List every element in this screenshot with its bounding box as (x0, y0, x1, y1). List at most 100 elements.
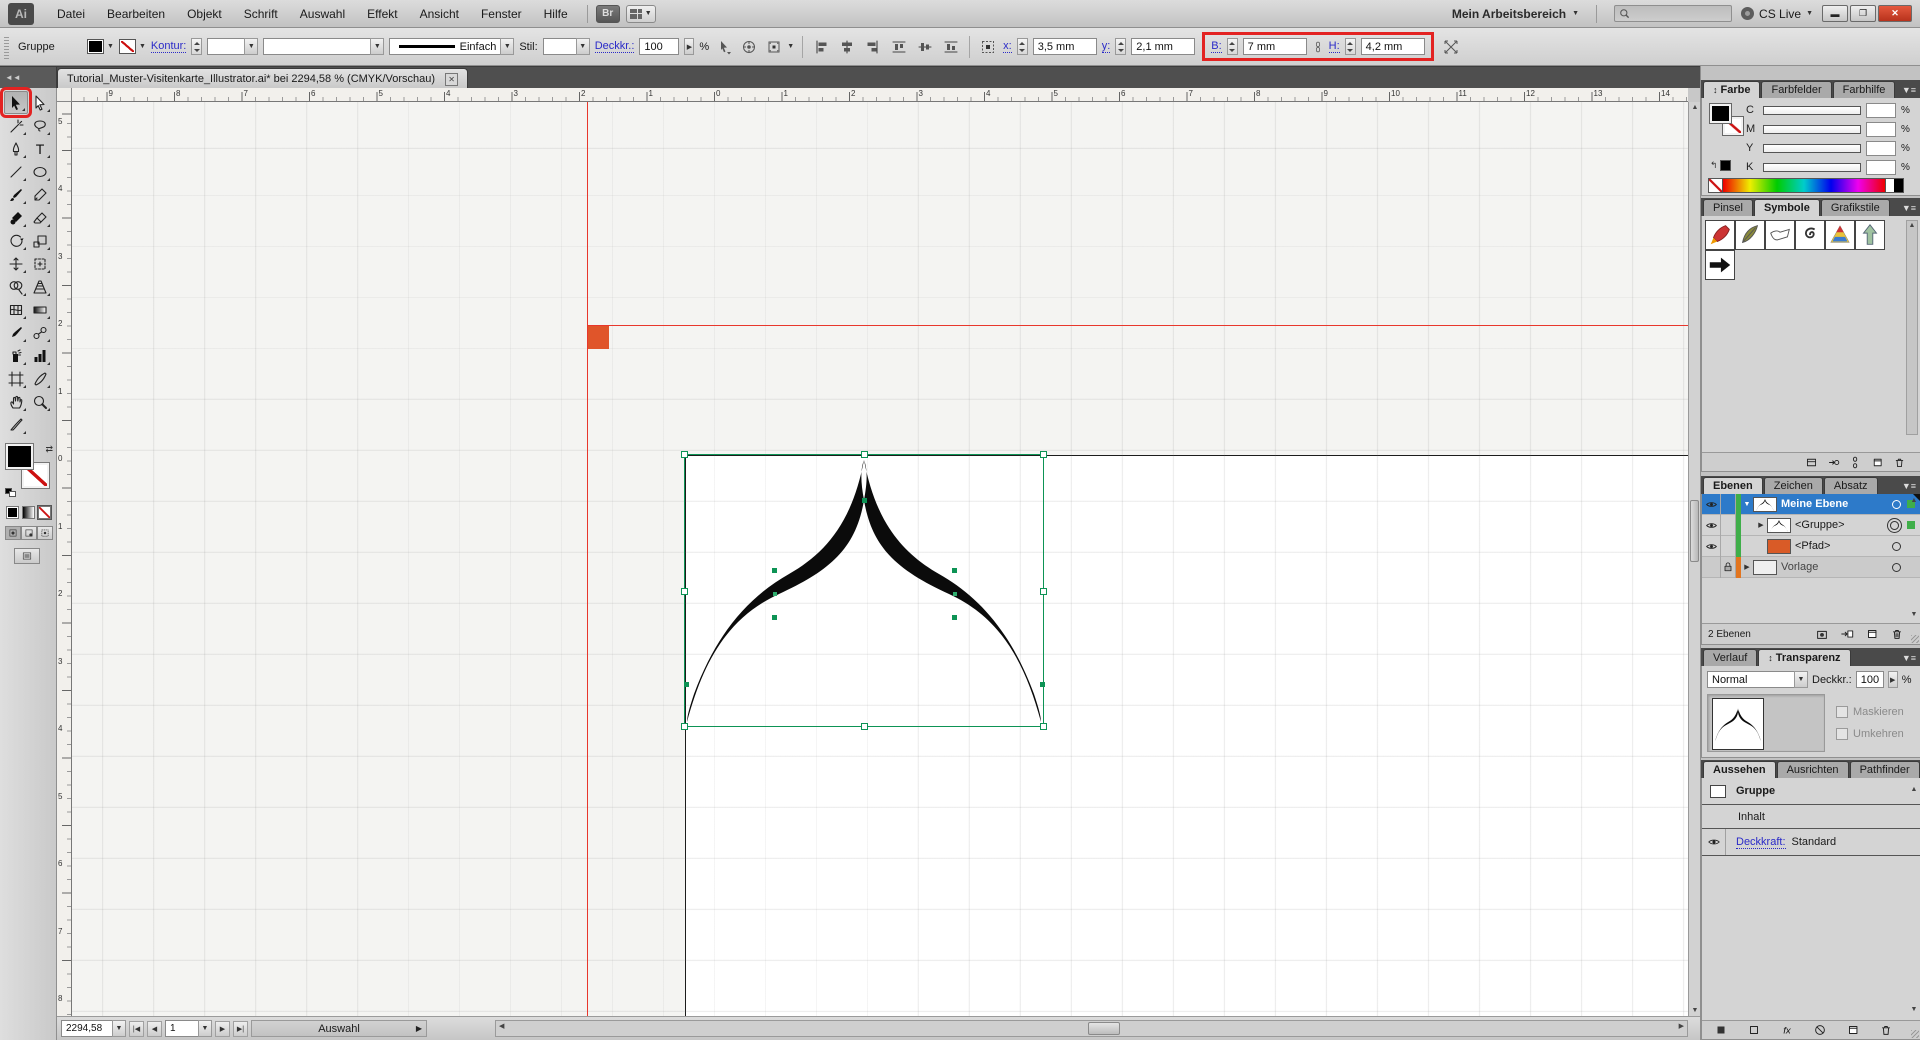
y-position-field[interactable]: 2,1 mm (1131, 38, 1195, 55)
screen-mode-button[interactable] (14, 548, 40, 564)
invert-checkbox[interactable]: Umkehren (1836, 728, 1904, 740)
channel-value-field[interactable] (1866, 103, 1896, 118)
tool-line-segment[interactable] (4, 160, 28, 183)
height-field[interactable]: 4,2 mm (1361, 38, 1425, 55)
handle-bottom-left[interactable] (681, 723, 688, 730)
swap-fill-stroke-icon[interactable]: ⇄ (45, 444, 53, 455)
menu-bearbeiten[interactable]: Bearbeiten (96, 0, 176, 28)
tab-symbole[interactable]: Symbole (1754, 199, 1820, 216)
vertical-guide[interactable] (587, 102, 588, 1016)
duplicate-item-button[interactable] (1846, 1023, 1860, 1037)
select-similar-button[interactable] (714, 37, 734, 56)
delete-layer-button[interactable] (1890, 627, 1904, 641)
fill-stroke-indicator[interactable] (1710, 104, 1746, 140)
document-tab[interactable]: Tutorial_Muster-Visitenkarte_Illustrator… (57, 68, 468, 89)
width-field[interactable]: 7 mm (1243, 38, 1307, 55)
visibility-toggle[interactable] (1702, 515, 1721, 536)
black-swatch[interactable] (1894, 179, 1903, 192)
scroll-down-icon[interactable]: ▼ (1689, 1007, 1701, 1014)
tool-type[interactable]: T (28, 137, 52, 160)
fill-swatch[interactable] (6, 444, 33, 469)
handle-top-center[interactable] (861, 451, 868, 458)
tool-blob-brush[interactable] (4, 206, 28, 229)
tab-farbhilfe[interactable]: Farbhilfe (1833, 81, 1896, 98)
align-left-button[interactable] (811, 37, 831, 56)
artboard-number-field[interactable]: 1 (165, 1020, 199, 1037)
height-link[interactable]: H: (1329, 40, 1340, 53)
tool-direct-selection[interactable] (28, 91, 52, 114)
delete-item-button[interactable] (1879, 1023, 1893, 1037)
cs-live-button[interactable]: CS Live ▼ (1741, 7, 1813, 21)
tool-lasso[interactable] (28, 114, 52, 137)
menu-objekt[interactable]: Objekt (176, 0, 233, 28)
width-stepper[interactable] (1227, 38, 1238, 55)
tab-pathfinder[interactable]: Pathfinder (1850, 761, 1920, 778)
clear-appearance-button[interactable] (1813, 1023, 1827, 1037)
panel-menu-icon[interactable]: ▼≡ (1902, 85, 1920, 98)
blend-mode-select[interactable]: Normal (1707, 671, 1795, 688)
scroll-up-icon[interactable]: ▲ (1908, 497, 1920, 504)
arrange-documents-button[interactable]: ▼ (626, 5, 656, 23)
tool-pencil[interactable] (28, 183, 52, 206)
menu-effekt[interactable]: Effekt (356, 0, 408, 28)
tool-slice[interactable] (28, 367, 52, 390)
opacity-link[interactable]: Deckkraft: (1736, 836, 1786, 849)
fill-swatch[interactable] (1710, 104, 1731, 123)
visibility-toggle[interactable] (1702, 536, 1721, 557)
symbol-banner[interactable] (1765, 220, 1795, 250)
lock-toggle[interactable] (1721, 557, 1736, 578)
chevron-down-icon[interactable]: ▼ (500, 38, 514, 55)
channel-value-field[interactable] (1866, 141, 1896, 156)
graphic-style-field[interactable] (543, 38, 577, 55)
channel-slider[interactable] (1763, 106, 1861, 115)
color-spectrum-bar[interactable] (1708, 178, 1904, 193)
bridge-button[interactable]: Br (596, 5, 620, 23)
handle-top-left[interactable] (681, 451, 688, 458)
tool-eyedropper[interactable] (4, 321, 28, 344)
menu-fenster[interactable]: Fenster (470, 0, 533, 28)
channel-slider[interactable] (1763, 144, 1861, 153)
panel-menu-icon[interactable]: ▼≡ (1902, 653, 1920, 666)
zoom-level-field[interactable]: 2294,58 (61, 1020, 113, 1037)
tab-farbfelder[interactable]: Farbfelder (1761, 81, 1831, 98)
minimize-button[interactable]: ▬ (1822, 5, 1848, 22)
tab-verlauf[interactable]: Verlauf (1703, 649, 1757, 666)
stroke-weight-field[interactable] (207, 38, 245, 55)
handle-bottom-right[interactable] (1040, 723, 1047, 730)
draw-normal-button[interactable] (5, 526, 21, 540)
last-page-button[interactable]: ▶| (233, 1021, 248, 1037)
horizontal-ruler[interactable]: 98765432101234567891011121314 (72, 88, 1688, 102)
workspace-switcher[interactable]: Mein Arbeitsbereich ▼ (1452, 7, 1579, 21)
chevron-down-icon[interactable]: ▼ (787, 43, 794, 50)
layer-row-4[interactable]: ▶Vorlage (1702, 557, 1920, 578)
scroll-left-icon[interactable]: ◀ (499, 1022, 504, 1030)
anchor-point[interactable] (772, 568, 777, 573)
tab-ebenen[interactable]: Ebenen (1703, 477, 1763, 494)
layer-row-2[interactable]: ▶<Gruppe> (1702, 515, 1920, 536)
appearance-content-label[interactable]: Inhalt (1738, 811, 1765, 823)
lock-toggle[interactable] (1721, 536, 1736, 557)
chevron-down-icon[interactable]: ▼ (244, 38, 258, 55)
symbol-swirl[interactable] (1795, 220, 1825, 250)
tool-paintbrush[interactable] (4, 183, 28, 206)
draw-behind-button[interactable] (21, 526, 37, 540)
scroll-up-icon[interactable]: ▲ (1908, 786, 1920, 793)
close-button[interactable]: ✕ (1878, 5, 1912, 22)
symbol-arrow-right[interactable] (1705, 250, 1735, 280)
white-swatch[interactable] (1885, 179, 1894, 192)
tool-selection-active[interactable] (4, 91, 28, 114)
new-art-basic-button[interactable] (1747, 1023, 1761, 1037)
new-art-maintains-appearance-button[interactable] (1714, 1023, 1728, 1037)
status-menu-icon[interactable]: ▶ (416, 1024, 422, 1033)
menu-schrift[interactable]: Schrift (233, 0, 289, 28)
x-position-link[interactable]: x: (1003, 40, 1012, 53)
tool-free-transform[interactable] (28, 252, 52, 275)
target-icon[interactable] (1890, 521, 1899, 530)
tool-rotate[interactable] (4, 229, 28, 252)
tab-grafikstile[interactable]: Grafikstile (1821, 199, 1890, 216)
anchor-point[interactable] (772, 615, 777, 620)
anchor-point[interactable] (684, 682, 689, 687)
channel-slider[interactable] (1763, 125, 1861, 134)
disclosure-icon[interactable]: ▶ (1741, 563, 1753, 571)
tool-mesh[interactable] (4, 298, 28, 321)
